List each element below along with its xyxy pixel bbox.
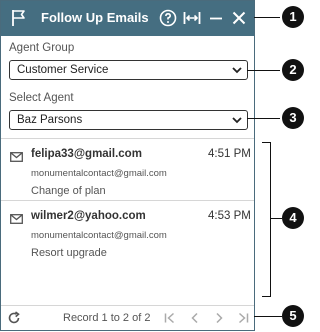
divider bbox=[1, 138, 254, 139]
callout-line bbox=[247, 70, 280, 71]
email-subject: Change of plan bbox=[31, 185, 106, 197]
refresh-icon[interactable] bbox=[7, 311, 21, 325]
email-list-item[interactable]: felipa33@gmail.com 4:51 PM monumentalcon… bbox=[1, 147, 254, 205]
envelope-icon bbox=[10, 152, 23, 162]
email-time: 4:53 PM bbox=[208, 210, 251, 222]
expand-width-icon[interactable] bbox=[183, 9, 201, 27]
chevron-down-icon bbox=[232, 67, 242, 74]
close-icon[interactable] bbox=[230, 9, 248, 27]
window-title: Follow Up Emails bbox=[41, 10, 149, 25]
select-agent-select[interactable]: Baz Parsons bbox=[9, 110, 248, 130]
divider bbox=[1, 305, 254, 306]
envelope-icon bbox=[10, 214, 23, 224]
minimize-icon[interactable] bbox=[207, 9, 225, 27]
email-from: wilmer2@yahoo.com bbox=[31, 210, 146, 222]
callout-badge: 3 bbox=[282, 107, 304, 129]
email-time: 4:51 PM bbox=[208, 148, 251, 160]
callout-badge: 1 bbox=[282, 6, 304, 28]
callout-badge: 2 bbox=[282, 59, 304, 81]
callout-bracket bbox=[262, 142, 271, 297]
email-subject: Resort upgrade bbox=[31, 247, 107, 259]
callout-badge: 5 bbox=[282, 305, 304, 327]
callout-line bbox=[254, 316, 282, 317]
email-to: monumentalcontact@gmail.com bbox=[31, 168, 167, 179]
follow-up-emails-panel: Follow Up Emails Agent Group Customer Se… bbox=[0, 0, 255, 331]
help-icon[interactable] bbox=[159, 9, 177, 27]
chevron-down-icon bbox=[232, 117, 242, 124]
last-page-icon[interactable] bbox=[237, 312, 249, 324]
select-agent-value: Baz Parsons bbox=[17, 114, 83, 126]
agent-group-label: Agent Group bbox=[9, 42, 75, 54]
agent-group-select[interactable]: Customer Service bbox=[9, 60, 248, 80]
title-bar: Follow Up Emails bbox=[1, 1, 254, 36]
email-to: monumentalcontact@gmail.com bbox=[31, 230, 167, 241]
select-agent-label: Select Agent bbox=[9, 92, 74, 104]
next-page-icon[interactable] bbox=[213, 312, 225, 324]
callout-line bbox=[247, 118, 280, 119]
callout-line bbox=[270, 218, 282, 219]
callout-badge: 4 bbox=[282, 207, 304, 229]
divider bbox=[1, 200, 254, 201]
email-list-item[interactable]: wilmer2@yahoo.com 4:53 PM monumentalcont… bbox=[1, 209, 254, 267]
email-from: felipa33@gmail.com bbox=[31, 148, 142, 160]
record-count: Record 1 to 2 of 2 bbox=[63, 312, 151, 324]
agent-group-value: Customer Service bbox=[17, 64, 109, 76]
pagination-bar: Record 1 to 2 of 2 bbox=[1, 308, 254, 331]
first-page-icon[interactable] bbox=[164, 312, 176, 324]
previous-page-icon[interactable] bbox=[189, 312, 201, 324]
flag-icon bbox=[12, 10, 25, 26]
callout-line bbox=[254, 17, 280, 18]
